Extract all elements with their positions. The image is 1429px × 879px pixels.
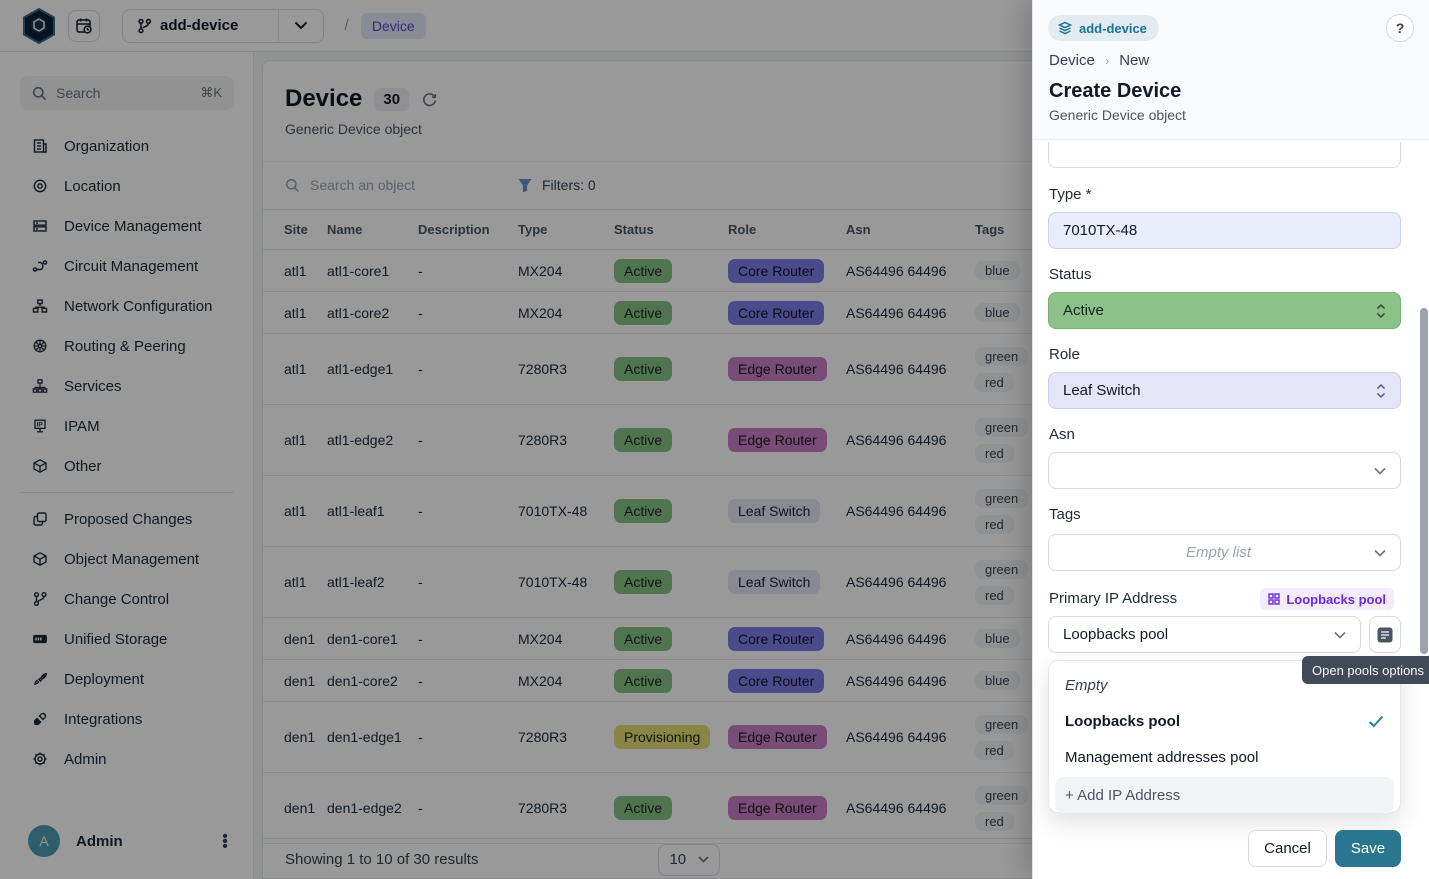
option-label: Empty [1065,677,1108,694]
pool-badge-label: Loopbacks pool [1286,592,1386,607]
pool-grid-icon [1268,593,1280,605]
tags-label: Tags [1049,506,1081,523]
panel-title: Create Device [1049,80,1181,103]
open-pools-options-button[interactable] [1369,616,1401,653]
save-button[interactable]: Save [1335,830,1401,867]
layers-icon [1058,21,1072,35]
asn-label: Asn [1049,426,1075,443]
pool-badge[interactable]: Loopbacks pool [1260,588,1394,610]
status-value: Active [1063,302,1104,319]
panel-breadcrumb-parent[interactable]: Device [1049,52,1095,69]
dropdown-option-loopbacks-pool[interactable]: Loopbacks pool [1055,703,1394,739]
panel-subtitle: Generic Device object [1049,107,1186,123]
cancel-button[interactable]: Cancel [1248,830,1327,867]
help-button[interactable]: ? [1386,14,1414,42]
check-icon [1368,715,1384,728]
option-label: Management addresses pool [1065,749,1258,766]
role-label: Role [1049,346,1080,363]
tags-placeholder: Empty list [1063,544,1374,561]
chevron-right-icon: › [1105,53,1109,68]
primary-ip-value: Loopbacks pool [1063,626,1168,643]
type-input[interactable]: 7010TX-48 [1048,212,1401,249]
panel-branch-name: add-device [1079,21,1147,36]
primary-ip-label: Primary IP Address [1049,590,1177,607]
select-arrows-icon [1376,383,1386,399]
status-label: Status [1049,266,1092,283]
chevron-down-icon [1334,631,1346,639]
type-label: Type * [1049,186,1092,203]
panel-breadcrumb-current: New [1119,52,1149,69]
status-select[interactable]: Active [1048,292,1401,329]
panel-branch-badge: add-device [1048,15,1159,41]
type-value: 7010TX-48 [1063,222,1137,239]
role-select[interactable]: Leaf Switch [1048,372,1401,409]
select-arrows-icon [1376,303,1386,319]
dropdown-option-management-addresses-pool[interactable]: Management addresses pool [1055,739,1394,775]
chevron-down-icon [1374,467,1386,475]
tags-select[interactable]: Empty list [1048,534,1401,571]
list-options-icon [1376,626,1394,644]
chevron-down-icon [1374,549,1386,557]
modal-dim-overlay[interactable] [0,0,1032,879]
panel-scrollbar[interactable] [1420,308,1428,654]
asn-select[interactable] [1048,452,1401,489]
role-value: Leaf Switch [1063,382,1141,399]
primary-ip-select[interactable]: Loopbacks pool [1048,616,1361,653]
pools-tooltip: Open pools options [1302,656,1429,684]
add-ip-address-button[interactable]: + Add IP Address [1055,777,1394,813]
panel-breadcrumb: Device › New [1049,52,1149,69]
option-label: Loopbacks pool [1065,713,1180,730]
create-device-panel: add-device ? Device › New Create Device … [1032,0,1429,879]
